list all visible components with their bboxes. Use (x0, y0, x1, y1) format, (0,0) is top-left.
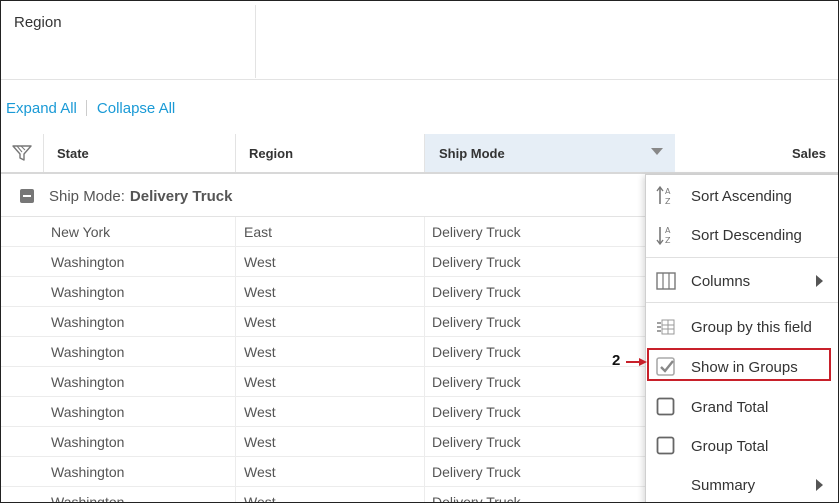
checkbox-icon (656, 436, 676, 456)
column-header-state[interactable]: State (44, 134, 236, 172)
filter-icon (12, 145, 32, 161)
cell-ship-mode: Delivery Truck (425, 397, 675, 426)
menu-item-label: Sort Descending (691, 226, 802, 244)
cell-region: West (236, 307, 425, 336)
cell-state: Washington (44, 367, 236, 396)
menu-item-grand-total[interactable]: Grand Total (646, 388, 838, 426)
cell-region: West (236, 427, 425, 456)
menu-item-label: Show in Groups (691, 358, 798, 376)
checkbox-icon (656, 397, 676, 417)
cell-region: West (236, 397, 425, 426)
collapse-group-icon[interactable] (20, 189, 34, 203)
cell-ship-mode: Delivery Truck (425, 217, 675, 246)
cell-state: Washington (44, 487, 236, 502)
cell-state: Washington (44, 307, 236, 336)
cell-ship-mode: Delivery Truck (425, 487, 675, 502)
menu-item-summary[interactable]: Summary (646, 466, 838, 502)
app-frame: Region Expand All Collapse All State Reg… (0, 0, 839, 503)
menu-item-label: Columns (691, 272, 751, 290)
menu-item-label: Grand Total (691, 398, 769, 416)
cell-region: West (236, 487, 425, 502)
submenu-arrow-icon (816, 479, 823, 491)
cell-region: West (236, 367, 425, 396)
column-menu-caret-icon[interactable] (651, 148, 663, 155)
cell-ship-mode: Delivery Truck (425, 277, 675, 306)
menu-item-sort-descending[interactable]: A Z Sort Descending (646, 216, 838, 254)
menu-separator (646, 302, 838, 303)
svg-text:Z: Z (665, 236, 671, 245)
column-header-ship-mode-label: Ship Mode (439, 145, 505, 161)
cell-ship-mode: Delivery Truck (425, 247, 675, 276)
menu-item-show-in-groups[interactable]: Show in Groups (646, 348, 838, 386)
region-panel-label: Region (14, 14, 62, 31)
group-by-icon (656, 317, 676, 337)
column-context-menu: A Z Sort Ascending A Z Sort Descending Columns… (645, 174, 838, 502)
columns-icon (656, 271, 676, 291)
cell-ship-mode: Delivery Truck (425, 427, 675, 456)
expand-all-link[interactable]: Expand All (6, 100, 77, 117)
menu-separator (646, 257, 838, 258)
column-header-ship-mode[interactable]: Ship Mode (425, 134, 675, 172)
filter-button[interactable] (1, 134, 44, 172)
divider (1, 79, 838, 80)
expand-collapse-bar: Expand All Collapse All (6, 98, 175, 118)
sort-descending-icon: AZ (656, 225, 676, 246)
cell-region: West (236, 457, 425, 486)
cell-ship-mode: Delivery Truck (425, 367, 675, 396)
cell-state: New York (44, 217, 236, 246)
menu-item-group-total[interactable]: Group Total (646, 427, 838, 465)
menu-item-label: Group by this field (691, 318, 812, 336)
cell-ship-mode: Delivery Truck (425, 307, 675, 336)
menu-item-label: Group Total (691, 437, 769, 455)
menu-item-group-by-field[interactable]: Group by this field (646, 308, 838, 346)
cell-region: West (236, 277, 425, 306)
svg-text:A: A (665, 187, 671, 196)
svg-text:A: A (665, 226, 671, 235)
cell-state: Washington (44, 247, 236, 276)
checkbox-checked-icon (656, 357, 676, 377)
cell-state: Washington (44, 457, 236, 486)
group-value: Delivery Truck (129, 187, 233, 205)
submenu-arrow-icon (816, 275, 823, 287)
link-separator (85, 100, 87, 116)
collapse-all-link[interactable]: Collapse All (97, 100, 175, 117)
svg-text:Z: Z (665, 197, 671, 206)
group-prefix: Ship Mode: (49, 187, 125, 205)
cell-region: West (236, 337, 425, 366)
cell-state: Washington (44, 277, 236, 306)
cell-ship-mode: Delivery Truck (425, 457, 675, 486)
region-drop-panel[interactable]: Region (5, 5, 256, 78)
menu-item-columns[interactable]: Columns (646, 262, 838, 300)
cell-region: East (236, 217, 425, 246)
sort-ascending-icon: AZ (656, 185, 676, 206)
menu-item-label: Sort Ascending (691, 187, 792, 205)
cell-state: Washington (44, 397, 236, 426)
column-header-sales[interactable]: Sales (675, 134, 838, 172)
cell-region: West (236, 247, 425, 276)
callout-number: 2 (612, 352, 621, 369)
grid-header: State Region Ship Mode Sales (1, 134, 838, 174)
menu-item-sort-ascending[interactable]: A Z Sort Ascending (646, 177, 838, 215)
cell-state: Washington (44, 427, 236, 456)
callout-arrow-icon (626, 358, 647, 366)
cell-state: Washington (44, 337, 236, 366)
column-header-region[interactable]: Region (236, 134, 425, 172)
menu-item-label: Summary (691, 476, 756, 494)
